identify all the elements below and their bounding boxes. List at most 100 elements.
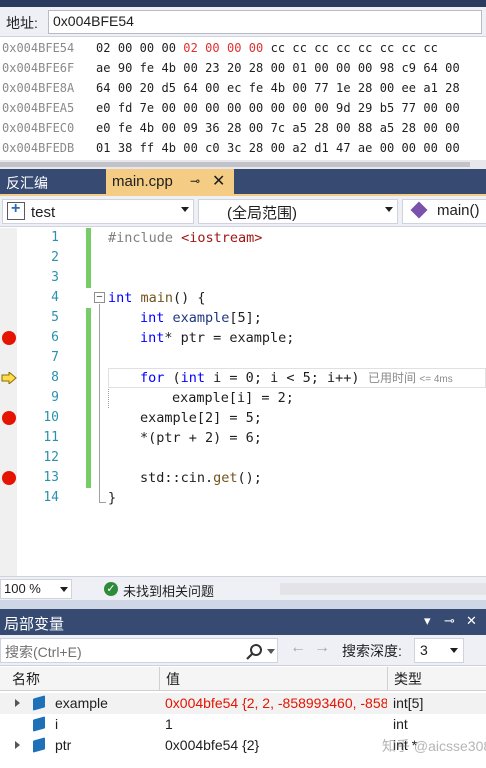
variable-icon [33,716,45,732]
panel-splitter[interactable] [0,600,486,609]
memory-row-address: 0x004BFEC0 [2,121,75,135]
code-line-5: int example[5]; [140,310,262,326]
collapse-icon[interactable]: − [94,292,105,303]
tab-disassembly[interactable]: 反汇编 [0,169,54,194]
variable-type: int [393,716,408,732]
variable-value[interactable]: 0x004bfe54 {2, 2, -858993460, -858993460… [165,693,387,714]
pin-icon[interactable]: ⊸ [444,613,455,629]
close-icon[interactable]: ✕ [466,613,477,629]
line-number: 3 [51,270,59,285]
chevron-down-icon [385,207,393,212]
member-name: main() [437,202,480,219]
memory-row-bytes: 64 00 20 d5 64 00 ec fe 4b 00 77 1e 28 0… [96,81,460,95]
code-line-4: int main() { [108,290,206,306]
code-line-8: for (int i = 0; i < 5; i++) [140,370,360,386]
project-name: test [31,204,56,221]
variable-value[interactable]: 1 [165,714,387,735]
variable-name: i [55,716,59,732]
scrollbar-thumb[interactable] [0,162,470,167]
back-arrow-icon[interactable]: ← [290,639,306,657]
code-line-9: example[i] = 2; [172,390,294,406]
memory-row-address: 0x004BFE8A [2,81,75,95]
navigation-bar: test (全局范围) main() [0,196,486,227]
check-circle-icon: ✓ [104,582,118,596]
member-dropdown[interactable]: main() [402,199,486,224]
line-number: 6 [51,330,59,345]
memory-row-bytes: 01 38 ff 4b 00 c0 3c 28 00 a2 d1 47 ae 0… [96,141,460,155]
search-placeholder: 搜索(Ctrl+E) [5,644,82,660]
memory-row-address: 0x004BFE54 [2,41,75,55]
line-number: 5 [51,310,59,325]
memory-window-titlebar [0,0,486,7]
forward-arrow-icon[interactable]: → [314,639,330,657]
search-icon[interactable] [245,643,263,661]
chevron-down-icon [181,207,189,212]
search-depth-label: 搜索深度: [342,643,402,659]
scope-dropdown[interactable]: (全局范围) [198,199,398,224]
code-editor[interactable]: 1 2 3 4 5 6 7 8 9 10 11 12 13 14 − #incl… [0,228,486,576]
method-icon [410,201,428,219]
chevron-down-icon[interactable] [267,649,275,654]
window-menu-icon[interactable]: ▾ [424,613,431,629]
fold-end [99,502,106,503]
column-type[interactable]: 类型 [388,667,486,691]
issues-status[interactable]: 未找到相关问题 [123,581,214,600]
column-name[interactable]: 名称 [0,667,160,691]
memory-row-bytes: e0 fe 4b 00 09 36 28 00 7c a5 28 00 88 a… [96,121,460,135]
code-line-11: *(ptr + 2) = 6; [140,430,262,446]
address-input[interactable]: 0x004BFE54 [48,10,482,34]
current-statement-arrow-icon [1,372,17,384]
locals-toolbar: 搜索(Ctrl+E) ← → 搜索深度: 3 [0,635,486,666]
locals-window-title: 局部变量 ▾ ⊸ ✕ [0,609,486,635]
locals-title-text: 局部变量 [4,616,65,633]
breakpoint-icon[interactable] [2,471,16,485]
document-tab-strip: 反汇编 main.cpp ⊸ ✕ [0,169,486,196]
code-line-13: std::cin.get(); [140,470,262,486]
editor-horizontal-scrollbar[interactable] [280,583,486,595]
line-number: 4 [51,290,59,305]
variable-type: int[5] [393,695,424,711]
memory-row-bytes: 02 00 00 00 02 00 00 00 cc cc cc cc cc c… [96,41,438,55]
memory-view[interactable]: 0x004BFE54 02 00 00 00 02 00 00 00 cc cc… [0,38,486,160]
line-number: 2 [51,250,59,265]
line-number: 10 [43,410,59,425]
line-number: 12 [43,450,59,465]
tab-main-cpp[interactable]: main.cpp ⊸ ✕ [106,169,234,194]
breakpoint-icon[interactable] [2,331,16,345]
memory-row-address: 0x004BFEDB [2,141,75,155]
memory-row-bytes: ae 90 fe 4b 00 23 20 28 00 01 00 00 00 9… [96,61,460,75]
variable-icon [33,737,45,753]
scope-name: (全局范围) [227,205,297,222]
address-bar: 地址: 0x004BFE54 [0,7,486,37]
line-number: 8 [51,370,59,385]
expand-arrow-icon[interactable] [15,741,20,749]
expand-arrow-icon[interactable] [15,699,20,707]
project-dropdown[interactable]: test [2,199,194,224]
line-number: 14 [43,490,59,505]
locals-table-header: 名称 值 类型 [0,667,486,691]
perf-tip[interactable]: 已用时间 <= 4ms [368,368,453,390]
variable-name: ptr [55,737,72,753]
variable-icon [33,695,45,711]
breakpoint-icon[interactable] [2,411,16,425]
memory-row-address: 0x004BFEA5 [2,101,75,115]
memory-horizontal-scrollbar[interactable] [0,160,486,169]
fold-guide [99,304,100,502]
line-number: 1 [51,230,59,245]
locals-row[interactable]: i 1 int [0,714,486,735]
search-depth-dropdown[interactable]: 3 [414,638,464,663]
change-tracking-bar [86,308,91,488]
pin-icon[interactable]: ⊸ [190,174,200,188]
variable-value[interactable]: 0x004bfe54 {2} [165,735,387,756]
close-icon[interactable]: ✕ [212,171,225,191]
zoom-dropdown[interactable]: 100 % [0,579,72,599]
line-number: 11 [43,430,59,445]
code-line-1: #include <iostream> [108,230,263,246]
locals-row[interactable]: example 0x004bfe54 {2, 2, -858993460, -8… [0,693,486,714]
memory-row-address: 0x004BFE6F [2,61,75,75]
variable-name: example [55,695,108,711]
changed-bytes: 02 00 00 00 [183,41,264,55]
column-value[interactable]: 值 [160,667,388,691]
search-input[interactable]: 搜索(Ctrl+E) [0,638,278,663]
memory-row-bytes: e0 fd 7e 00 00 00 00 00 00 00 00 9d 29 b… [96,101,460,115]
